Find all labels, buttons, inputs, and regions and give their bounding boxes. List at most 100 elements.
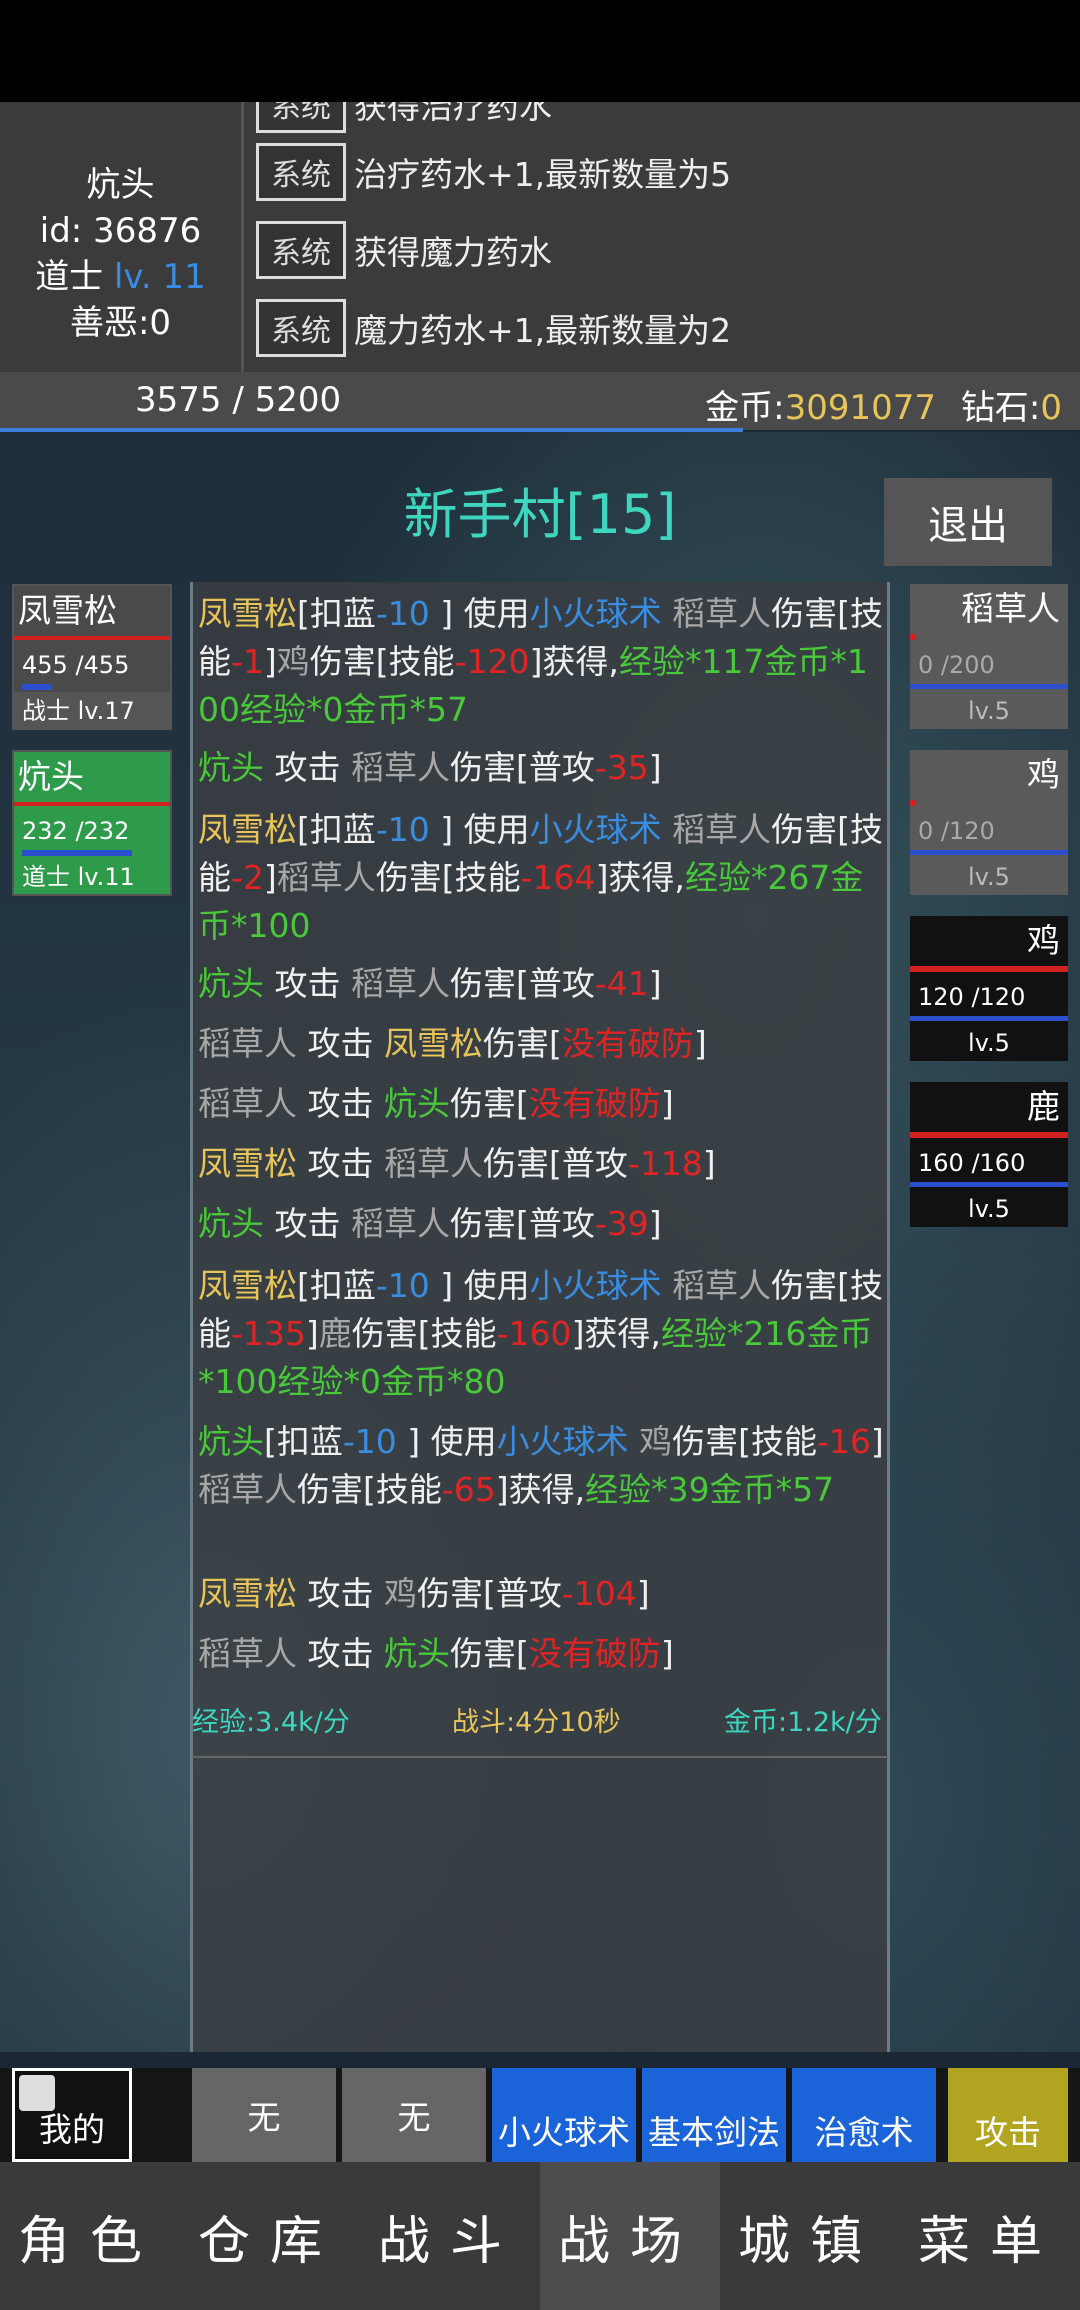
- checkbox-icon[interactable]: [19, 2075, 55, 2111]
- divider: [192, 1756, 888, 1758]
- nav-battlefield[interactable]: 战场: [540, 2162, 720, 2310]
- log-segment: ]: [636, 1574, 650, 1613]
- log-segment: 攻击: [264, 748, 351, 787]
- log-segment: -10: [342, 1422, 397, 1461]
- log-segment: -1: [231, 642, 264, 681]
- exit-button[interactable]: 退出: [884, 478, 1052, 566]
- enemy-hp-value: 0 /120: [918, 817, 995, 845]
- player-profile[interactable]: 炕头 id: 36876 道士 lv. 11 善恶:0: [0, 102, 244, 372]
- enemy-card[interactable]: 稻草人 0 /200 lv.5: [910, 584, 1068, 729]
- log-segment: 伤害[技能: [297, 1470, 442, 1509]
- my-button[interactable]: 我的: [12, 2068, 132, 2162]
- ally-mp-bar: [22, 850, 132, 856]
- enemy-name: 稻草人: [961, 589, 1060, 628]
- log-segment: 炕头: [383, 1634, 450, 1673]
- ally-name: 炕头: [18, 757, 84, 796]
- skill-slot-empty[interactable]: 无: [192, 2068, 336, 2162]
- enemy-hp-value: 120 /120: [918, 983, 1026, 1011]
- nav-town[interactable]: 城镇: [720, 2162, 900, 2310]
- skill-basic-sword[interactable]: 基本剑法: [642, 2068, 786, 2162]
- log-segment: 伤害[普攻: [449, 964, 595, 1003]
- system-log-line: 系统 获得治疗药水: [256, 102, 552, 134]
- log-segment: ]: [870, 1422, 884, 1461]
- enemy-mp-bar: [910, 684, 1068, 689]
- log-segment: ]: [305, 1314, 319, 1353]
- skill-heal[interactable]: 治愈术: [792, 2068, 936, 2162]
- log-segment: 伤害[普攻: [416, 1574, 562, 1613]
- system-log-line: 系统 魔力药水+1,最新数量为2: [256, 298, 731, 358]
- player-id: id: 36876: [39, 211, 202, 251]
- log-segment: 稻草人: [661, 810, 772, 849]
- log-segment: 凤雪松: [383, 1024, 483, 1063]
- nav-character[interactable]: 角色: [0, 2162, 180, 2310]
- attack-button[interactable]: 攻击: [948, 2068, 1068, 2162]
- log-segment: 炕头: [198, 1422, 264, 1461]
- ally-level: 道士 lv.11: [14, 858, 170, 894]
- log-segment: 没有破防: [561, 1024, 694, 1063]
- log-segment: 伤害[普攻: [449, 1204, 595, 1243]
- enemy-mp-bar: [910, 1016, 1068, 1021]
- log-segment: 稻草人: [661, 594, 772, 633]
- enemy-card[interactable]: 鹿 160 /160 lv.5: [910, 1082, 1068, 1227]
- enemy-card[interactable]: 鸡 0 /120 lv.5: [910, 750, 1068, 895]
- log-segment: ]: [660, 1084, 674, 1123]
- enemy-level: lv.5: [910, 859, 1068, 895]
- log-segment: 攻击: [297, 1084, 384, 1123]
- log-segment: 没有破防: [528, 1084, 661, 1123]
- skill-fireball[interactable]: 小火球术: [492, 2068, 636, 2162]
- log-segment: 小火球术: [529, 1266, 662, 1305]
- enemy-hp-value: 0 /200: [918, 651, 995, 679]
- log-segment: -120: [454, 642, 530, 681]
- log-segment: 伤害[技能: [375, 858, 521, 897]
- battle-log-line: 稻草人 攻击 凤雪松伤害[没有破防]: [198, 1020, 888, 1068]
- log-segment: 凤雪松: [198, 1266, 297, 1305]
- nav-battle[interactable]: 战斗: [360, 2162, 540, 2310]
- log-segment: -164: [520, 858, 596, 897]
- nav-warehouse[interactable]: 仓库: [180, 2162, 360, 2310]
- enemy-level: lv.5: [910, 1191, 1068, 1227]
- log-segment: -65: [441, 1470, 496, 1509]
- log-segment: ]: [702, 1144, 716, 1183]
- battle-log-line: 炕头 攻击 稻草人伤害[普攻-41]: [198, 960, 888, 1008]
- log-segment: ]: [263, 858, 277, 897]
- ally-card[interactable]: 炕头 232 /232 道士 lv.11: [12, 750, 172, 896]
- log-segment: ] 使用: [429, 1266, 530, 1305]
- log-segment: 伤害[技能: [351, 1314, 497, 1353]
- log-segment: 伤害[: [482, 1024, 562, 1063]
- log-segment: [扣蓝: [297, 594, 376, 633]
- log-segment: 攻击: [297, 1574, 384, 1613]
- system-log[interactable]: 系统 获得治疗药水 系统 治疗药水+1,最新数量为5 系统 获得魔力药水 系统 魔力药水…: [244, 102, 1080, 372]
- log-segment: ] 使用: [429, 810, 530, 849]
- log-segment: -135: [231, 1314, 306, 1353]
- skill-slot-empty[interactable]: 无: [342, 2068, 486, 2162]
- log-segment: ] 使用: [429, 594, 530, 633]
- log-segment: ]: [648, 748, 662, 787]
- log-segment: ]: [648, 1204, 662, 1243]
- ally-card[interactable]: 凤雪松 455 /455 战士 lv.17: [12, 584, 172, 730]
- system-log-line: 系统 获得魔力药水: [256, 220, 552, 280]
- log-segment: 经验*39金币*57: [585, 1470, 835, 1509]
- log-segment: 稻草人: [350, 1204, 450, 1243]
- log-segment: 攻击: [297, 1024, 384, 1063]
- log-segment: 凤雪松: [198, 810, 297, 849]
- nav-menu[interactable]: 菜单: [900, 2162, 1080, 2310]
- log-segment: 稻草人: [276, 858, 376, 897]
- exp-rate: 经验:3.4k/分: [192, 1707, 350, 1738]
- log-segment: -118: [627, 1144, 703, 1183]
- player-class-level: 道士 lv. 11: [35, 257, 206, 297]
- ally-mp-bar: [22, 684, 52, 690]
- log-segment: 鸡: [383, 1574, 417, 1613]
- enemy-card[interactable]: 鸡 120 /120 lv.5: [910, 916, 1068, 1061]
- log-segment: 稻草人: [198, 1024, 297, 1063]
- log-segment: 稻草人: [198, 1470, 297, 1509]
- battle-log-line: 凤雪松[扣蓝-10 ] 使用小火球术 稻草人伤害[技能-1]鸡伤害[技能-120…: [198, 590, 888, 734]
- battle-log-line: 凤雪松[扣蓝-10 ] 使用小火球术 稻草人伤害[技能-135]鹿伤害[技能-1…: [198, 1262, 888, 1406]
- log-segment: 稻草人: [198, 1634, 297, 1673]
- player-karma: 善恶:0: [69, 303, 172, 343]
- log-segment: 稻草人: [350, 748, 450, 787]
- log-segment: 小火球术: [496, 1422, 629, 1461]
- ally-level: 战士 lv.17: [14, 692, 170, 728]
- log-segment: ]获得,: [595, 858, 685, 897]
- log-segment: ]获得,: [529, 642, 619, 681]
- log-segment: 攻击: [264, 1204, 351, 1243]
